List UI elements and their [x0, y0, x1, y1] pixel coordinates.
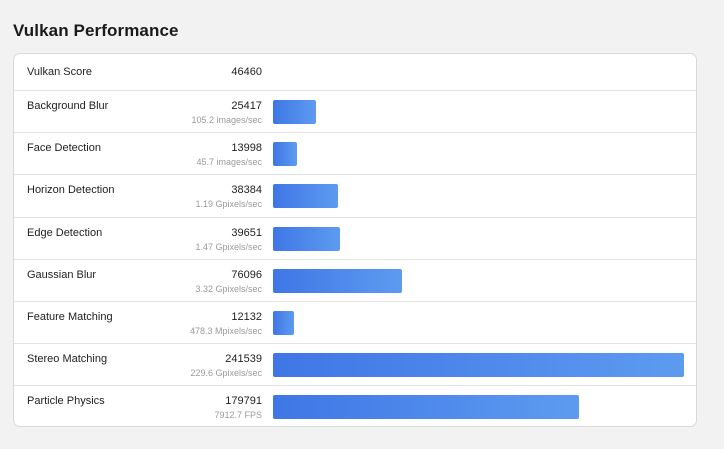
workload-score: 241539: [225, 353, 262, 366]
workload-throughput: 478.3 Mpixels/sec: [189, 326, 262, 336]
workload-throughput: 3.32 Gpixels/sec: [195, 283, 262, 294]
bar-background-blur: [273, 100, 317, 124]
bar-horizon-detection: [273, 184, 339, 209]
workload-throughput: 105.2 images/sec: [191, 115, 262, 125]
summary-row: Vulkan Score 46460: [14, 54, 696, 90]
workload-row-feature-matching: Feature Matching 12132 478.3 Mpixels/sec: [14, 301, 696, 343]
summary-score: 46460: [231, 66, 262, 78]
workload-row-edge-detection: Edge Detection 39651 1.47 Gpixels/sec: [14, 216, 696, 259]
workload-throughput: 45.7 images/sec: [196, 157, 262, 168]
page-title: Vulkan Performance: [13, 21, 179, 40]
workload-row-gaussian-blur: Gaussian Blur 76096 3.32 Gpixels/sec: [14, 258, 696, 301]
workload-label: Edge Detection: [27, 226, 103, 239]
bar-face-detection: [273, 142, 297, 167]
workload-label: Face Detection: [27, 142, 101, 155]
bar-stereo-matching: [273, 353, 684, 378]
workload-score: 12132: [231, 311, 262, 323]
bar-particle-physics: [273, 395, 579, 420]
workload-label: Feature Matching: [27, 311, 113, 323]
workload-row-stereo-matching: Stereo Matching 241539 229.6 Gpixels/sec: [14, 343, 696, 385]
bar-gaussian-blur: [273, 268, 403, 293]
workload-label: Gaussian Blur: [27, 268, 97, 281]
workload-score: 38384: [231, 184, 262, 197]
workload-throughput: 1.19 Gpixels/sec: [195, 199, 262, 210]
workload-row-horizon-detection: Horizon Detection 38384 1.19 Gpixels/sec: [14, 174, 696, 216]
workload-score: 39651: [231, 226, 262, 239]
workload-score: 13998: [231, 142, 262, 155]
workload-throughput: 7912.7 FPS: [214, 410, 262, 421]
workload-label: Horizon Detection: [27, 184, 115, 197]
workload-score: 76096: [231, 268, 262, 281]
bar-edge-detection: [273, 226, 341, 251]
workload-row-face-detection: Face Detection 13998 45.7 images/sec: [14, 132, 696, 174]
workload-row-background-blur: Background Blur 25417 105.2 images/sec: [14, 90, 696, 132]
workload-score: 25417: [231, 100, 262, 112]
results-panel: Vulkan Score 46460 Background Blur 25417 1…: [13, 53, 697, 427]
workload-throughput: 229.6 Gpixels/sec: [190, 368, 262, 379]
workload-label: Stereo Matching: [27, 353, 108, 366]
bar-feature-matching: [273, 311, 294, 335]
workload-label: Particle Physics: [27, 395, 105, 408]
workload-label: Background Blur: [27, 100, 109, 112]
workload-score: 179791: [225, 395, 262, 408]
workload-throughput: 1.47 Gpixels/sec: [195, 241, 262, 252]
summary-label: Vulkan Score: [27, 66, 93, 78]
workload-row-particle-physics: Particle Physics 179791 7912.7 FPS: [14, 385, 696, 426]
